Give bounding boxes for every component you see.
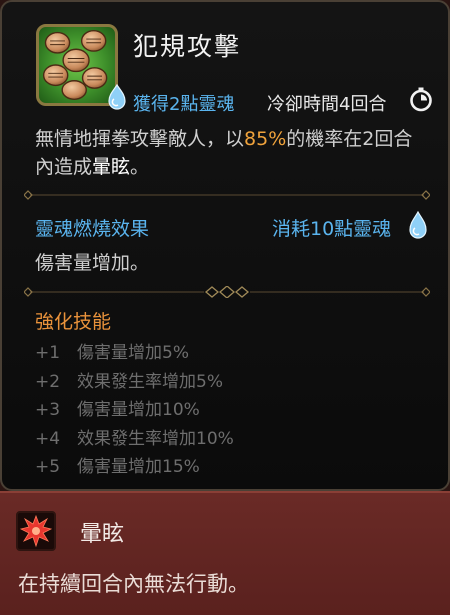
soul-burn-title: 靈魂燃燒效果	[35, 218, 150, 240]
soul-gem-icon	[108, 84, 126, 110]
enhance-text: 效果發生率增加10%	[77, 428, 234, 449]
ornate-divider	[24, 286, 430, 298]
status-effect-panel: 暈眩 在持續回合內無法行動。	[0, 491, 450, 615]
skill-name: 犯規攻擊	[133, 32, 242, 61]
enhance-text: 傷害量增加10%	[77, 400, 200, 420]
cooldown-text: 冷卻時間4回合	[267, 94, 387, 115]
enhance-level: +4	[35, 428, 61, 449]
enhance-text: 效果發生率增加5%	[77, 371, 223, 392]
enhance-title: 強化技能	[35, 311, 112, 333]
enhance-text: 傷害量增加5%	[77, 343, 189, 363]
timer-icon	[410, 87, 432, 112]
soul-gain-text: 獲得2點靈魂	[133, 94, 235, 115]
status-effect-description: 在持續回合內無法行動。	[18, 572, 249, 596]
enhance-level: +3	[35, 400, 61, 420]
status-effect-name: 暈眩	[80, 522, 125, 547]
skill-tooltip-panel: 犯規攻擊 獲得2點靈魂 冷卻時間4回合 無情地揮拳攻擊敵人，以85%的機率在2回…	[0, 0, 450, 491]
enhance-level: +2	[35, 371, 61, 392]
soul-gem-icon	[409, 211, 427, 239]
skill-description: 無情地揮拳攻擊敵人，以85%的機率在2回合內造成暈眩。	[35, 128, 413, 178]
soul-burn-effect: 傷害量增加。	[35, 252, 150, 274]
enhance-item: +2 效果發生率增加5%	[35, 367, 234, 396]
divider	[24, 189, 430, 201]
enhance-level: +1	[35, 343, 61, 363]
soul-burn-cost: 消耗10點靈魂	[272, 218, 392, 240]
enhance-item: +4 效果發生率增加10%	[35, 424, 234, 453]
enhance-item: +1 傷害量增加5%	[35, 338, 234, 367]
enhance-item: +5 傷害量增加15%	[35, 452, 234, 481]
enhance-text: 傷害量增加15%	[77, 457, 200, 477]
enhance-item: +3 傷害量增加10%	[35, 395, 234, 424]
chance-percent: 85%	[244, 128, 287, 150]
enhance-list: +1 傷害量增加5% +2 效果發生率增加5% +3 傷害量增加10% +4 效果發生率…	[35, 338, 234, 481]
status-keyword: 暈眩	[92, 156, 131, 178]
enhance-level: +5	[35, 457, 61, 477]
stun-burst-icon	[16, 511, 56, 551]
